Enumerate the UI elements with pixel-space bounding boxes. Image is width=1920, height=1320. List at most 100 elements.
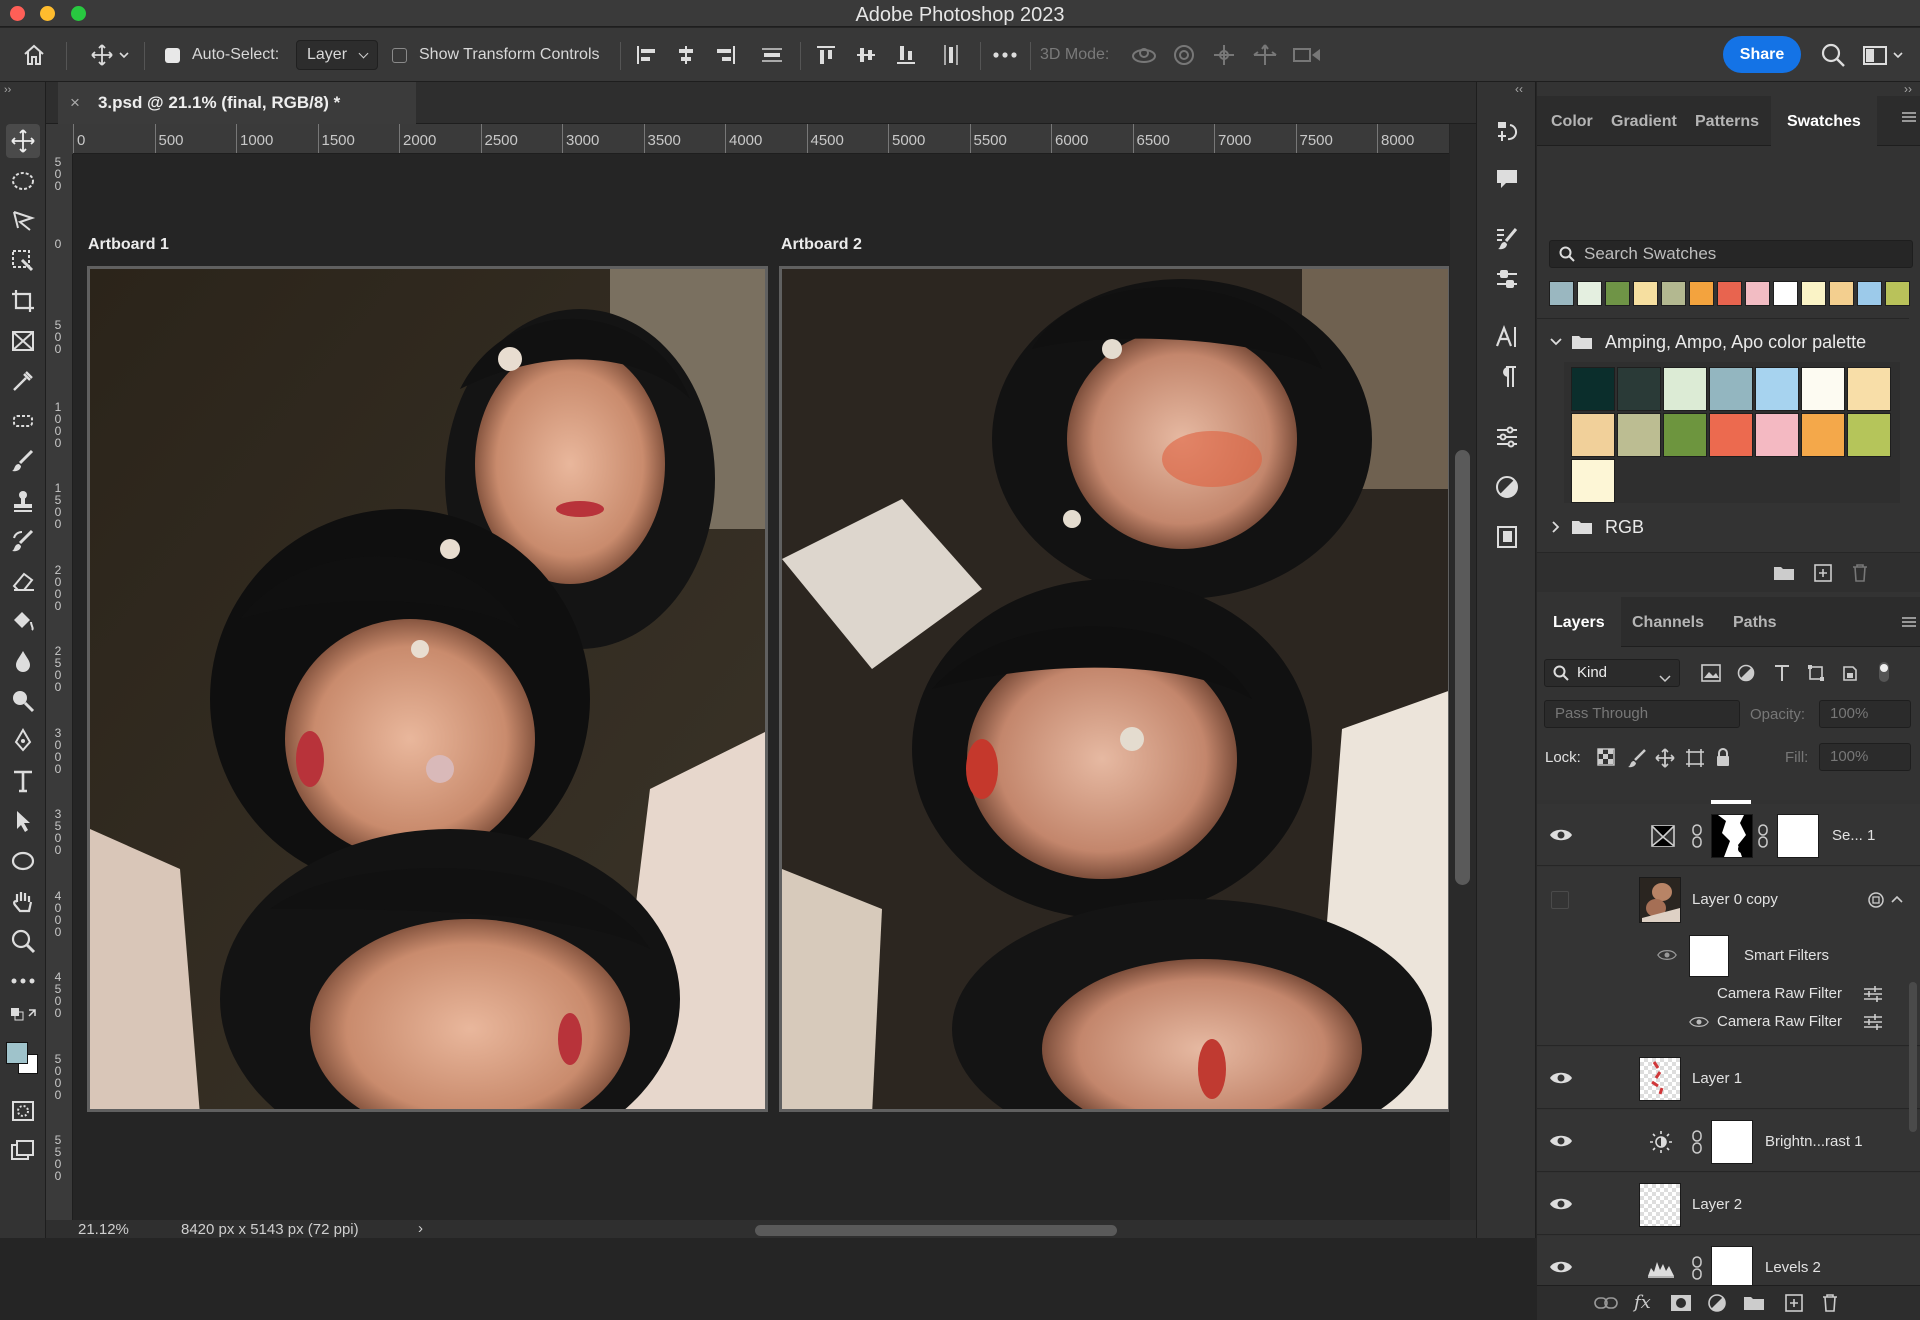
tab-patterns[interactable]: Patterns xyxy=(1695,96,1759,146)
zoom-tool-icon[interactable] xyxy=(9,927,37,955)
lasso-tool-icon[interactable] xyxy=(9,207,37,235)
align-vertical-center-icon[interactable] xyxy=(855,28,877,82)
swatch-folder-rgb[interactable]: RGB xyxy=(1549,512,1644,542)
layer-row-brightness-contrast[interactable]: Brightn...rast 1 xyxy=(1537,1110,1920,1172)
layer-name[interactable]: Layer 1 xyxy=(1692,1070,1742,1087)
eyedropper-tool-icon[interactable] xyxy=(9,367,37,395)
distribute-vertical-icon[interactable] xyxy=(940,28,962,82)
chain-link-icon[interactable] xyxy=(1757,824,1769,848)
new-layer-icon[interactable] xyxy=(1784,1293,1804,1318)
quick-mask-icon[interactable] xyxy=(9,1097,37,1125)
marquee-tool-icon[interactable] xyxy=(9,167,37,195)
workspace-icon[interactable] xyxy=(1862,28,1908,82)
palette-swatch[interactable] xyxy=(1617,413,1661,457)
artboard-2[interactable] xyxy=(779,266,1449,1112)
collapse-dock-icon[interactable]: ›› xyxy=(1904,82,1912,96)
hand-tool-icon[interactable] xyxy=(9,887,37,915)
brush-tool-icon[interactable] xyxy=(9,447,37,475)
new-adjustment-layer-icon[interactable] xyxy=(1707,1293,1727,1318)
artboard-1-label[interactable]: Artboard 1 xyxy=(88,236,169,254)
align-bottom-icon[interactable] xyxy=(895,28,917,82)
smart-filter-mask-thumbnail[interactable] xyxy=(1689,935,1729,977)
distribute-horizontal-icon[interactable] xyxy=(760,28,784,82)
collapse-toolbar-icon[interactable]: ›› xyxy=(4,84,11,96)
visibility-eye-icon[interactable] xyxy=(1689,1015,1709,1029)
lock-pixels-icon[interactable] xyxy=(1627,748,1647,773)
filter-toggle-icon[interactable] xyxy=(1877,661,1891,688)
show-transform-checkbox[interactable] xyxy=(392,47,407,63)
filter-smart-object-icon[interactable] xyxy=(1841,664,1859,687)
vertical-scroll-thumb[interactable] xyxy=(1455,450,1470,885)
home-icon[interactable] xyxy=(22,28,46,82)
blur-tool-icon[interactable] xyxy=(9,647,37,675)
palette-swatch[interactable] xyxy=(1847,367,1891,411)
lock-all-icon[interactable] xyxy=(1715,747,1731,772)
path-selection-tool-icon[interactable] xyxy=(9,807,37,835)
new-group-icon[interactable] xyxy=(1773,564,1795,587)
add-mask-icon[interactable] xyxy=(1670,1294,1692,1317)
object-selection-tool-icon[interactable] xyxy=(9,247,37,275)
horizontal-ruler[interactable]: 0 500 1000 1500 2000 2500 3000 3500 4000 4500 5000… xyxy=(73,124,1449,154)
opacity-input[interactable]: 100% xyxy=(1819,700,1911,728)
visibility-eye-icon[interactable] xyxy=(1549,1196,1573,1212)
tab-layers[interactable]: Layers xyxy=(1537,597,1621,647)
align-horizontal-center-icon[interactable] xyxy=(675,28,697,82)
chain-link-icon[interactable] xyxy=(1691,824,1703,848)
recent-swatch[interactable] xyxy=(1773,281,1798,306)
spot-healing-tool-icon[interactable] xyxy=(9,407,37,435)
brushes-panel-icon[interactable] xyxy=(1492,264,1522,294)
visibility-eye-icon[interactable] xyxy=(1549,1259,1573,1275)
layer-thumbnail[interactable] xyxy=(1639,877,1681,923)
share-button[interactable]: Share xyxy=(1723,36,1801,73)
lock-position-icon[interactable] xyxy=(1655,748,1675,773)
layer-row-layer-1[interactable]: Layer 1 xyxy=(1537,1047,1920,1109)
delete-swatch-icon[interactable] xyxy=(1851,563,1869,588)
visibility-eye-icon[interactable] xyxy=(1549,1133,1573,1149)
comments-panel-icon[interactable] xyxy=(1492,164,1522,194)
layer-row-layer-0-copy[interactable]: Layer 0 copy Smart Filters Camera Raw Fi… xyxy=(1537,867,1920,1046)
layer-name[interactable]: Layer 2 xyxy=(1692,1196,1742,1213)
palette-swatch[interactable] xyxy=(1571,459,1615,503)
palette-swatch[interactable] xyxy=(1663,367,1707,411)
new-group-icon[interactable] xyxy=(1743,1294,1765,1317)
layers-list[interactable]: Se... 1 Layer 0 copy Smart Filters Camer… xyxy=(1537,800,1920,1285)
clone-stamp-tool-icon[interactable] xyxy=(9,487,37,515)
adjustments-panel-icon[interactable] xyxy=(1492,472,1522,502)
panel-menu-icon[interactable] xyxy=(1900,110,1918,129)
palette-swatch[interactable] xyxy=(1709,367,1753,411)
palette-swatch[interactable] xyxy=(1617,367,1661,411)
palette-swatch[interactable] xyxy=(1801,367,1845,411)
layer-thumbnail[interactable] xyxy=(1639,1183,1681,1227)
edit-toolbar-icon[interactable] xyxy=(9,967,37,995)
align-left-icon[interactable] xyxy=(635,28,657,82)
visibility-toggle-off[interactable] xyxy=(1551,891,1569,909)
document-tab[interactable]: × 3.psd @ 21.1% (final, RGB/8) * xyxy=(58,82,416,124)
character-panel-icon[interactable] xyxy=(1492,322,1522,352)
filter-options-icon[interactable] xyxy=(1863,986,1883,1002)
palette-swatch[interactable] xyxy=(1571,413,1615,457)
filter-pixel-icon[interactable] xyxy=(1701,664,1721,687)
palette-swatch[interactable] xyxy=(1571,367,1615,411)
status-menu-arrow[interactable]: › xyxy=(418,1220,423,1237)
tab-channels[interactable]: Channels xyxy=(1632,597,1704,647)
crop-tool-icon[interactable] xyxy=(9,287,37,315)
layer-name[interactable]: Camera Raw Filter xyxy=(1717,985,1842,1002)
ruler-origin[interactable] xyxy=(46,124,73,154)
frame-tool-icon[interactable] xyxy=(9,327,37,355)
tab-color[interactable]: Color xyxy=(1551,96,1593,146)
brush-settings-icon[interactable] xyxy=(1492,224,1522,254)
chain-link-icon[interactable] xyxy=(1691,1256,1703,1280)
tab-paths[interactable]: Paths xyxy=(1733,597,1777,647)
recent-swatch[interactable] xyxy=(1829,281,1854,306)
pen-tool-icon[interactable] xyxy=(9,727,37,755)
3d-slide-icon[interactable] xyxy=(1252,28,1278,82)
delete-layer-icon[interactable] xyxy=(1821,1293,1839,1318)
type-tool-icon[interactable] xyxy=(9,767,37,795)
layer-name[interactable]: Levels 2 xyxy=(1765,1259,1821,1276)
screen-mode-icon[interactable] xyxy=(9,1137,37,1165)
layer-row-levels[interactable]: Levels 2 xyxy=(1537,1236,1920,1285)
visibility-eye-icon[interactable] xyxy=(1549,1070,1573,1086)
paragraph-panel-icon[interactable] xyxy=(1492,362,1522,392)
visibility-eye-icon[interactable] xyxy=(1657,948,1677,962)
layer-effects-button[interactable]: fx xyxy=(1634,1292,1651,1313)
